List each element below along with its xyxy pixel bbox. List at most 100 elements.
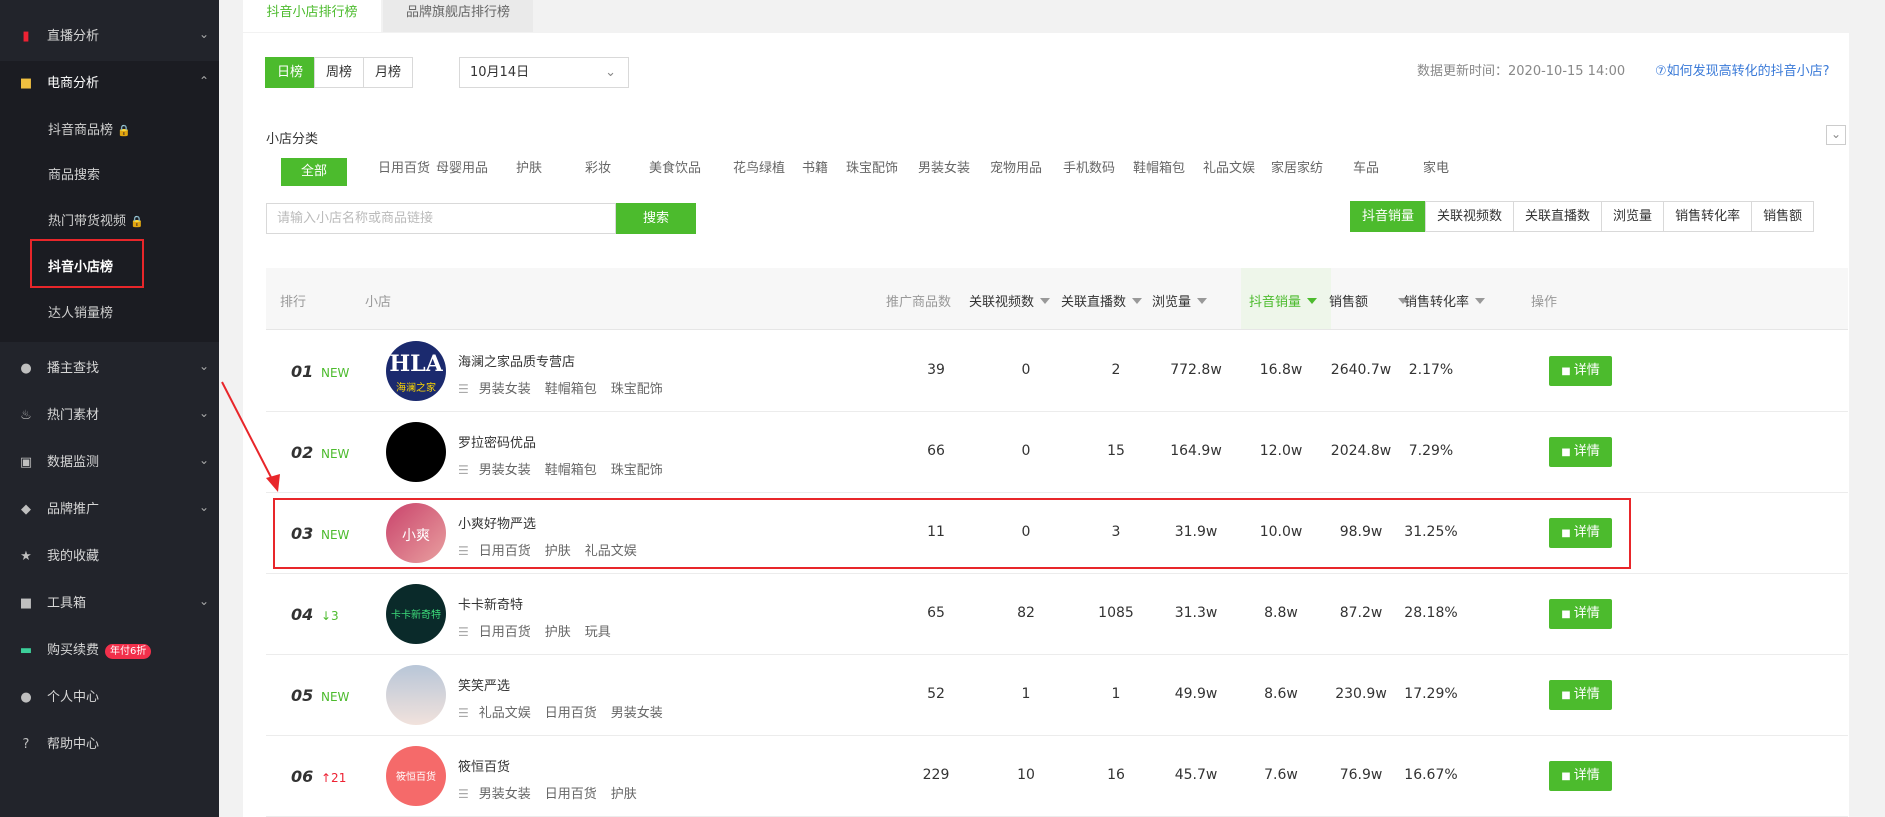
fire-icon: ♨ xyxy=(20,408,32,423)
submenu-shop-rank[interactable]: 抖音小店榜 xyxy=(48,256,113,275)
sort-views[interactable]: 浏览量 xyxy=(1601,201,1665,232)
nav-data-monitor[interactable]: ▣ 数据监测 ⌄ xyxy=(0,440,219,487)
category-item[interactable]: 礼品文娱 xyxy=(1203,157,1255,176)
shop-name[interactable]: 海澜之家品质专营店 xyxy=(458,351,575,370)
category-item[interactable]: 珠宝配饰 xyxy=(846,157,898,176)
shop-name[interactable]: 笑笑严选 xyxy=(458,675,510,694)
detail-button[interactable]: ■ 详情 xyxy=(1549,680,1612,710)
detail-button[interactable]: ■ 详情 xyxy=(1549,356,1612,386)
shop-avatar: 卡卡新奇特 xyxy=(386,584,446,644)
sort-revenue[interactable]: 销售额 xyxy=(1751,201,1815,232)
chevron-up-icon: ⌃ xyxy=(198,74,209,88)
sort-conversion[interactable]: 销售转化率 xyxy=(1663,201,1753,232)
nav-favorites[interactable]: ★ 我的收藏 xyxy=(0,534,219,581)
cell-videos: 0 xyxy=(1021,362,1031,378)
lock-icon: 🔒 xyxy=(130,215,144,228)
category-item[interactable]: 手机数码 xyxy=(1063,157,1115,176)
shop-tags: ☰ 日用百货 护肤 玩具 xyxy=(458,621,625,640)
nav-help[interactable]: ? 帮助中心 xyxy=(0,722,219,769)
shop-tag: 男装女装 xyxy=(478,463,531,478)
category-item[interactable]: 家电 xyxy=(1423,157,1449,176)
cell-videos: 10 xyxy=(1017,767,1035,783)
col-conversion[interactable]: 销售转化率 xyxy=(1404,291,1486,310)
category-all[interactable]: 全部 xyxy=(281,158,348,186)
sort-lives[interactable]: 关联直播数 xyxy=(1513,201,1603,232)
cell-videos: 0 xyxy=(1021,443,1031,459)
nav-ecom-analysis[interactable]: ■ 电商分析 ⌃ xyxy=(0,61,219,108)
col-sales[interactable]: 抖音销量 xyxy=(1249,291,1318,310)
cell-revenue: 76.9w xyxy=(1339,767,1383,783)
help-link[interactable]: ⑦如何发现高转化的抖音小店? xyxy=(1655,60,1830,79)
search-input[interactable]: 请输入小店名称或商品链接 xyxy=(266,203,616,234)
detail-label: 详情 xyxy=(1573,363,1600,378)
update-time: 数据更新时间：2020-10-15 14:00 xyxy=(1417,64,1626,79)
cell-promo: 52 xyxy=(927,686,945,702)
submenu-hot-video[interactable]: 热门带货视频 🔒 xyxy=(48,210,144,229)
category-item[interactable]: 母婴用品 xyxy=(436,157,488,176)
category-item[interactable]: 花鸟绿植 xyxy=(733,157,785,176)
sidebar: ▮ 直播分析 ⌄ ■ 电商分析 ⌃ 抖音商品榜 🔒 商品搜索 热门带货视频 🔒 … xyxy=(0,0,219,817)
submenu-product-rank[interactable]: 抖音商品榜 🔒 xyxy=(48,119,131,138)
category-item[interactable]: 宠物用品 xyxy=(990,157,1042,176)
detail-button[interactable]: ■ 详情 xyxy=(1549,599,1612,629)
tab-shop-rank[interactable]: 抖音小店排行榜 xyxy=(243,0,381,32)
cell-lives: 16 xyxy=(1107,767,1125,783)
col-action: 操作 xyxy=(1531,295,1558,310)
submenu-influencer-sales[interactable]: 达人销量榜 xyxy=(48,302,113,321)
period-month[interactable]: 月榜 xyxy=(363,57,414,88)
detail-button[interactable]: ■ 详情 xyxy=(1549,437,1612,467)
col-revenue[interactable]: 销售额 xyxy=(1329,291,1409,310)
col-lives[interactable]: 关联直播数 xyxy=(1061,291,1143,310)
category-item[interactable]: 书籍 xyxy=(802,157,828,176)
nav-live-analysis[interactable]: ▮ 直播分析 ⌄ xyxy=(0,14,219,61)
expand-categories-button[interactable]: ⌄ xyxy=(1826,125,1846,145)
sort-sales[interactable]: 抖音销量 xyxy=(1350,201,1427,232)
nav-brand-promo[interactable]: ◆ 品牌推广 ⌄ xyxy=(0,487,219,534)
detail-button[interactable]: ■ 详情 xyxy=(1549,761,1612,791)
col-shop: 小店 xyxy=(365,295,392,310)
discount-badge: 年付6折 xyxy=(105,644,152,659)
category-item[interactable]: 美食饮品 xyxy=(649,157,701,176)
category-item[interactable]: 彩妆 xyxy=(585,157,611,176)
period-week[interactable]: 周榜 xyxy=(314,57,365,88)
sort-videos[interactable]: 关联视频数 xyxy=(1425,201,1515,232)
category-item[interactable]: 鞋帽箱包 xyxy=(1133,157,1185,176)
col-label: 关联直播数 xyxy=(1061,295,1127,310)
table-header: 排行 小店 推广商品数 关联视频数 关联直播数 浏览量 抖音销量 销售额 销售转… xyxy=(266,268,1848,330)
sort-caret-icon xyxy=(1475,298,1486,304)
col-rank: 排行 xyxy=(280,295,307,310)
date-select[interactable]: 10月14日 ⌄ xyxy=(459,57,629,88)
shop-name[interactable]: 卡卡新奇特 xyxy=(458,594,523,613)
category-item[interactable]: 日用百货 xyxy=(378,157,430,176)
category-item[interactable]: 家居家纺 xyxy=(1271,157,1323,176)
detail-label: 详情 xyxy=(1573,687,1600,702)
col-views[interactable]: 浏览量 xyxy=(1152,291,1208,310)
shop-name[interactable]: 筱恒百货 xyxy=(458,756,510,775)
rank-trend: NEW xyxy=(321,690,350,704)
period-day[interactable]: 日榜 xyxy=(265,57,316,88)
col-label: 关联视频数 xyxy=(969,295,1035,310)
nav-host-search[interactable]: ● 播主查找 ⌄ xyxy=(0,346,219,393)
category-item[interactable]: 男装女装 xyxy=(918,157,970,176)
star-icon: ★ xyxy=(20,549,32,564)
chevron-down-icon: ⌄ xyxy=(605,65,616,80)
tab-brand-rank[interactable]: 品牌旗舰店排行榜 xyxy=(383,0,533,32)
lock-icon: 🔒 xyxy=(117,124,131,137)
cell-sales: 16.8w xyxy=(1259,362,1303,378)
sort-tabs: 抖音销量 关联视频数 关联直播数 浏览量 销售转化率 销售额 xyxy=(1350,201,1815,232)
submenu-label: 达人销量榜 xyxy=(48,306,114,321)
nav-personal[interactable]: ● 个人中心 xyxy=(0,675,219,722)
nav-hot-material[interactable]: ♨ 热门素材 ⌄ xyxy=(0,393,219,440)
nav-purchase[interactable]: ▬ 购买续费 年付6折 xyxy=(0,628,219,675)
shop-name[interactable]: 罗拉密码优品 xyxy=(458,432,536,451)
category-item[interactable]: 护肤 xyxy=(516,157,542,176)
col-videos[interactable]: 关联视频数 xyxy=(969,291,1051,310)
category-item[interactable]: 车品 xyxy=(1353,157,1379,176)
nav-toolbox[interactable]: ■ 工具箱 ⌄ xyxy=(0,581,219,628)
submenu-label: 抖音小店榜 xyxy=(48,260,114,275)
submenu-product-search[interactable]: 商品搜索 xyxy=(48,164,100,183)
rank-trend: NEW xyxy=(321,447,350,461)
period-tabs: 日榜 周榜 月榜 xyxy=(265,57,414,88)
submenu-label: 热门带货视频 xyxy=(48,214,127,229)
search-button[interactable]: 搜索 xyxy=(616,203,696,234)
